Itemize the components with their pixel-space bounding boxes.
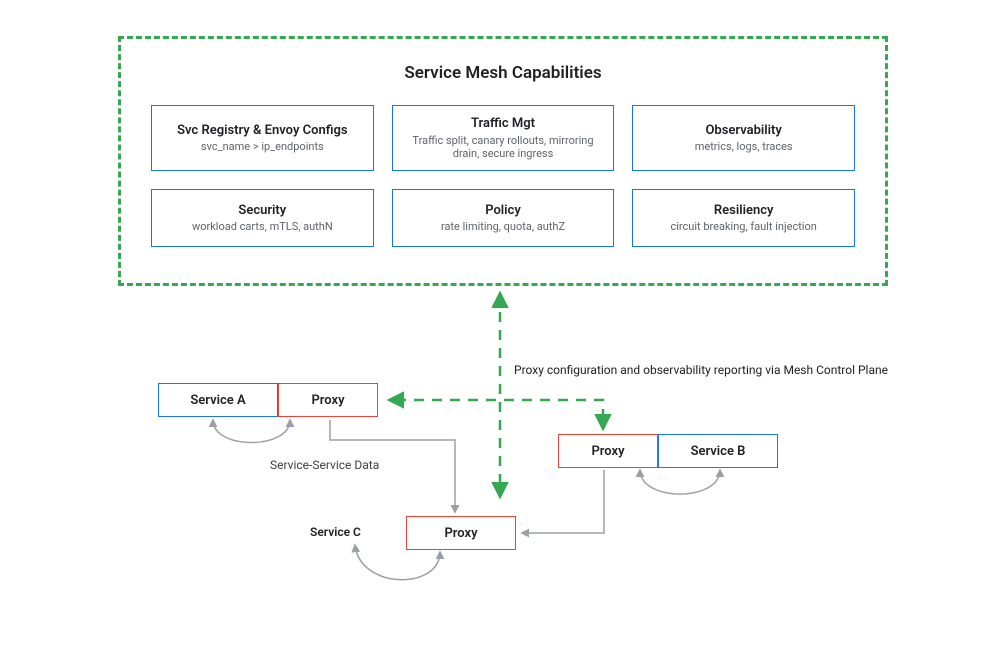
capabilities-grid: Svc Registry & Envoy Configs svc_name > … <box>151 105 855 247</box>
service-b-label: Service B <box>691 444 746 459</box>
mesh-capabilities-container: Service Mesh Capabilities Svc Registry &… <box>118 36 888 286</box>
service-a-box: Service A <box>158 383 278 417</box>
proxy-c-label: Proxy <box>444 526 477 541</box>
capability-subtitle: workload carts, mTLS, authN <box>164 220 361 233</box>
service-b-proxy-loop <box>640 470 720 494</box>
capability-subtitle: metrics, logs, traces <box>645 140 842 153</box>
capability-title: Traffic Mgt <box>405 116 602 132</box>
config-label: Proxy configuration and observability re… <box>514 363 914 377</box>
service-c-proxy-loop <box>355 545 440 580</box>
service-a-label: Service A <box>190 393 245 408</box>
service-c-label: Service C <box>310 525 361 539</box>
capability-title: Policy <box>405 203 602 219</box>
proxy-b-box: Proxy <box>558 434 658 468</box>
capability-svc-registry: Svc Registry & Envoy Configs svc_name > … <box>151 105 374 171</box>
data-flow-label: Service-Service Data <box>270 458 379 472</box>
capability-policy: Policy rate limiting, quota, authZ <box>392 189 615 247</box>
proxy-a-box: Proxy <box>278 383 378 417</box>
capability-title: Resiliency <box>645 203 842 219</box>
capability-title: Svc Registry & Envoy Configs <box>164 123 361 139</box>
capability-subtitle: rate limiting, quota, authZ <box>405 220 602 233</box>
service-a-proxy-loop <box>213 420 290 443</box>
capability-subtitle: Traffic split, canary rollouts, mirrorin… <box>405 134 602 160</box>
proxy-b-to-proxy-c-arrow <box>522 470 604 533</box>
capability-resiliency: Resiliency circuit breaking, fault injec… <box>632 189 855 247</box>
capability-title: Security <box>164 203 361 219</box>
control-plane-to-proxy-b-arrow <box>504 400 603 428</box>
proxy-a-label: Proxy <box>311 393 344 408</box>
capability-observability: Observability metrics, logs, traces <box>632 105 855 171</box>
capability-title: Observability <box>645 123 842 139</box>
mesh-title: Service Mesh Capabilities <box>151 63 855 83</box>
proxy-c-box: Proxy <box>406 516 516 550</box>
service-b-box: Service B <box>658 434 778 468</box>
capability-security: Security workload carts, mTLS, authN <box>151 189 374 247</box>
capability-traffic-mgt: Traffic Mgt Traffic split, canary rollou… <box>392 105 615 171</box>
capability-subtitle: svc_name > ip_endpoints <box>164 140 361 153</box>
proxy-b-label: Proxy <box>591 444 624 459</box>
capability-subtitle: circuit breaking, fault injection <box>645 220 842 233</box>
